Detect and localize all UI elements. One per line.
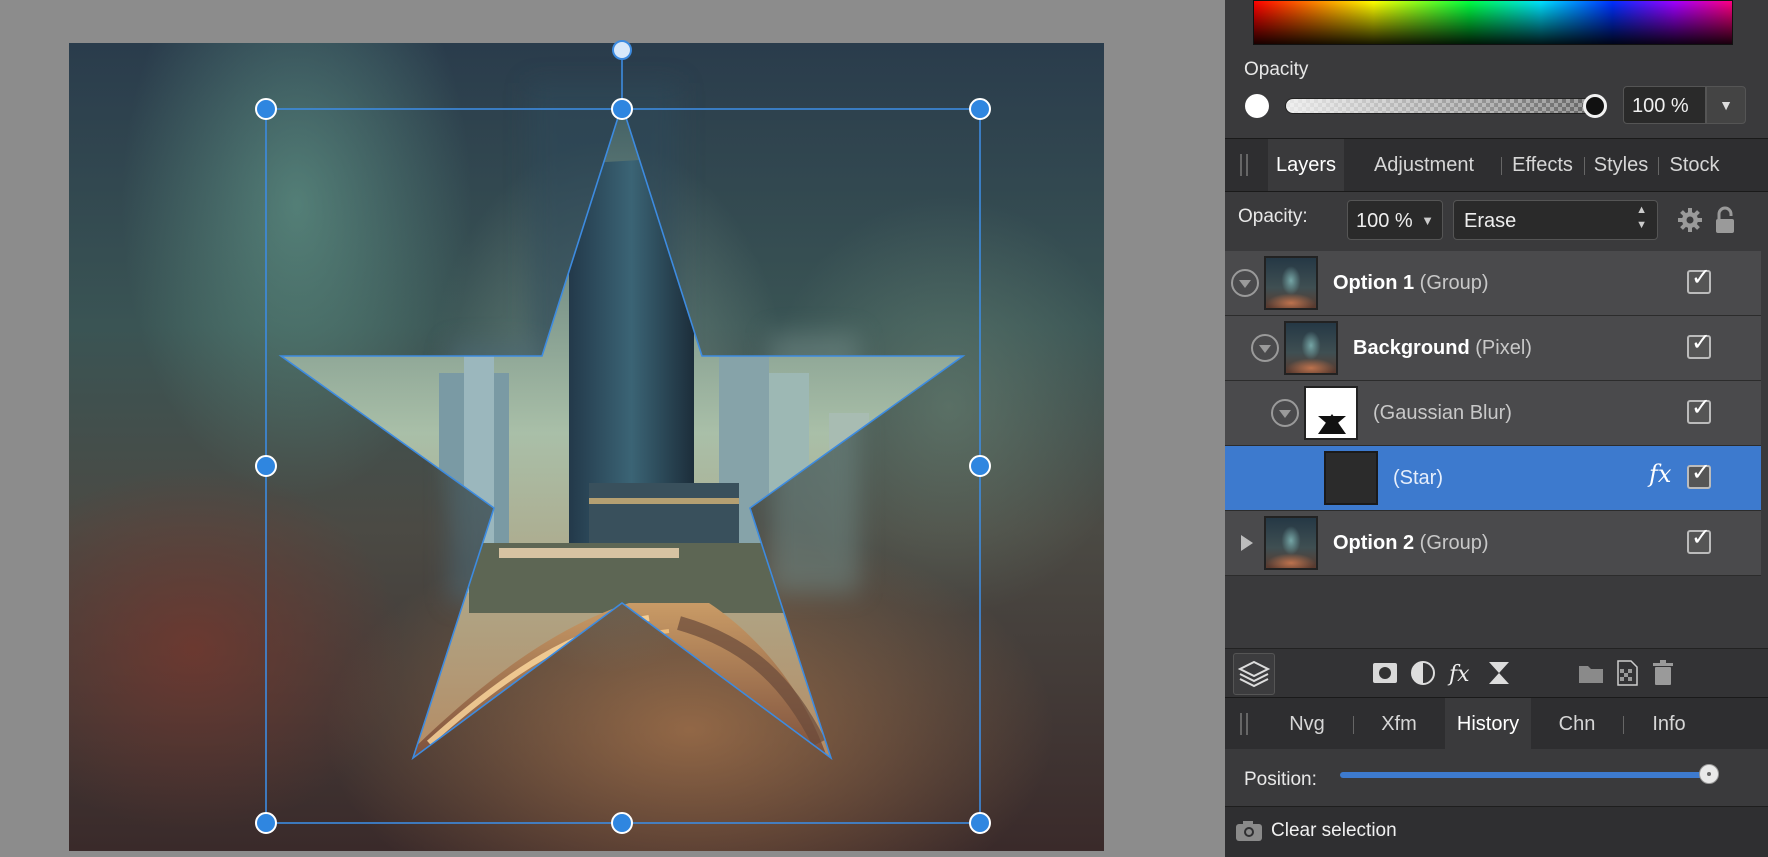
layer-opacity-field[interactable]: 100 % ▼ xyxy=(1347,200,1443,240)
handle-top-center xyxy=(611,98,633,120)
layer-thumbnail xyxy=(1264,256,1318,310)
layers-stack-icon xyxy=(1237,660,1271,688)
layer-thumbnail xyxy=(1264,516,1318,570)
panel-grip-icon[interactable] xyxy=(1240,713,1248,735)
new-layer-icon[interactable] xyxy=(1613,659,1641,687)
history-tabbar: Nvg Xfm History Chn Info xyxy=(1225,697,1768,751)
layer-opacity-label: Opacity: xyxy=(1238,206,1308,227)
tab-adjustment[interactable]: Adjustment xyxy=(1351,139,1497,191)
svg-text:fx: fx xyxy=(1447,662,1470,687)
tab-channels[interactable]: Chn xyxy=(1535,698,1619,750)
panel-grip-icon[interactable] xyxy=(1240,154,1248,176)
collapse-triangle-icon[interactable] xyxy=(1251,334,1279,362)
handle-middle-left xyxy=(255,455,277,477)
layers-toolbar: fx xyxy=(1225,648,1768,697)
layer-row-selected[interactable]: (Star) fx xyxy=(1225,446,1761,511)
blend-mode-value: Erase xyxy=(1464,210,1517,232)
tab-stock[interactable]: Stock xyxy=(1662,139,1727,191)
current-color-swatch[interactable] xyxy=(1245,94,1269,118)
visibility-checkbox[interactable] xyxy=(1687,263,1711,294)
expand-triangle-icon[interactable] xyxy=(1231,529,1259,557)
handle-bottom-center xyxy=(611,812,633,834)
lock-icon[interactable] xyxy=(1714,205,1736,235)
tab-transform[interactable]: Xfm xyxy=(1357,698,1441,750)
handle-bottom-left xyxy=(255,812,277,834)
mask-layer-icon[interactable] xyxy=(1371,659,1399,687)
handle-top-left xyxy=(255,98,277,120)
history-position-knob[interactable] xyxy=(1699,764,1719,784)
layer-name-label: (Star) xyxy=(1393,467,1443,489)
adjustment-icon[interactable] xyxy=(1409,659,1437,687)
chevron-down-icon[interactable]: ▼ xyxy=(1421,201,1434,241)
handle-middle-right xyxy=(969,455,991,477)
layers-panel-toggle[interactable] xyxy=(1233,653,1275,695)
collapse-triangle-icon[interactable] xyxy=(1271,399,1299,427)
layers-tabbar: Layers Adjustment Effects Styles Stock xyxy=(1225,138,1768,192)
history-position-slider[interactable] xyxy=(1340,772,1712,778)
tab-info[interactable]: Info xyxy=(1627,698,1711,750)
layer-opacity-value: 100 % xyxy=(1356,210,1413,232)
visibility-checkbox[interactable] xyxy=(1687,328,1711,359)
layer-name-label: Option 1 (Group) xyxy=(1333,272,1489,294)
layer-row[interactable]: (Gaussian Blur) xyxy=(1225,381,1761,446)
visibility-checkbox[interactable] xyxy=(1687,523,1711,554)
opacity-field[interactable]: 100 % xyxy=(1623,86,1706,124)
layer-row[interactable]: Background (Pixel) xyxy=(1225,316,1761,381)
studio-panel: Opacity 100 % ▼ Layers Adjustment Effect… xyxy=(1225,0,1768,857)
opacity-label: Opacity xyxy=(1244,59,1309,80)
transform-handles[interactable] xyxy=(0,0,1225,856)
history-entry-label: Clear selection xyxy=(1271,820,1397,841)
layer-options-bar: Opacity: 100 % ▼ Erase ▲ ▼ xyxy=(1225,195,1768,251)
layers-list[interactable]: Option 1 (Group) Background (Pixel) (Gau… xyxy=(1225,251,1768,648)
canvas-area[interactable] xyxy=(0,0,1225,856)
history-entry[interactable]: Clear selection xyxy=(1225,806,1768,857)
opacity-slider-knob[interactable] xyxy=(1583,94,1607,118)
tab-layers[interactable]: Layers xyxy=(1268,139,1344,191)
layer-name-label: Option 2 (Group) xyxy=(1333,532,1489,554)
tab-navigator[interactable]: Nvg xyxy=(1265,698,1349,750)
color-spectrum[interactable] xyxy=(1253,0,1733,45)
trash-icon[interactable] xyxy=(1649,659,1677,687)
folder-icon[interactable] xyxy=(1577,659,1605,687)
fx-icon[interactable]: fx xyxy=(1447,659,1475,687)
layer-row[interactable]: Option 2 (Group) xyxy=(1225,511,1761,576)
tab-effects[interactable]: Effects xyxy=(1505,139,1580,191)
position-label: Position: xyxy=(1244,769,1317,790)
opacity-dropdown-button[interactable]: ▼ xyxy=(1706,86,1746,124)
snapshot-camera-icon xyxy=(1236,821,1262,841)
layer-thumbnail xyxy=(1324,451,1378,505)
rotate-handle xyxy=(612,40,632,60)
layer-row[interactable]: Option 1 (Group) xyxy=(1225,251,1761,316)
stepper-arrows-icon: ▲ ▼ xyxy=(1636,204,1647,231)
handle-bottom-right xyxy=(969,812,991,834)
gear-icon[interactable] xyxy=(1677,207,1703,233)
hourglass-icon xyxy=(1318,414,1346,434)
collapse-triangle-icon[interactable] xyxy=(1231,269,1259,297)
blend-mode-select[interactable]: Erase ▲ ▼ xyxy=(1453,200,1658,240)
opacity-slider[interactable] xyxy=(1285,98,1592,114)
layer-thumbnail xyxy=(1304,386,1358,440)
fx-icon[interactable]: fx xyxy=(1649,460,1671,488)
live-filter-icon[interactable] xyxy=(1485,659,1513,687)
layer-name-label: (Gaussian Blur) xyxy=(1373,402,1512,424)
layer-thumbnail xyxy=(1284,321,1338,375)
handle-top-right xyxy=(969,98,991,120)
visibility-checkbox[interactable] xyxy=(1687,393,1711,424)
tab-history[interactable]: History xyxy=(1445,698,1531,750)
layer-name-label: Background (Pixel) xyxy=(1353,337,1532,359)
visibility-checkbox[interactable] xyxy=(1687,458,1711,489)
tab-styles[interactable]: Styles xyxy=(1588,139,1654,191)
